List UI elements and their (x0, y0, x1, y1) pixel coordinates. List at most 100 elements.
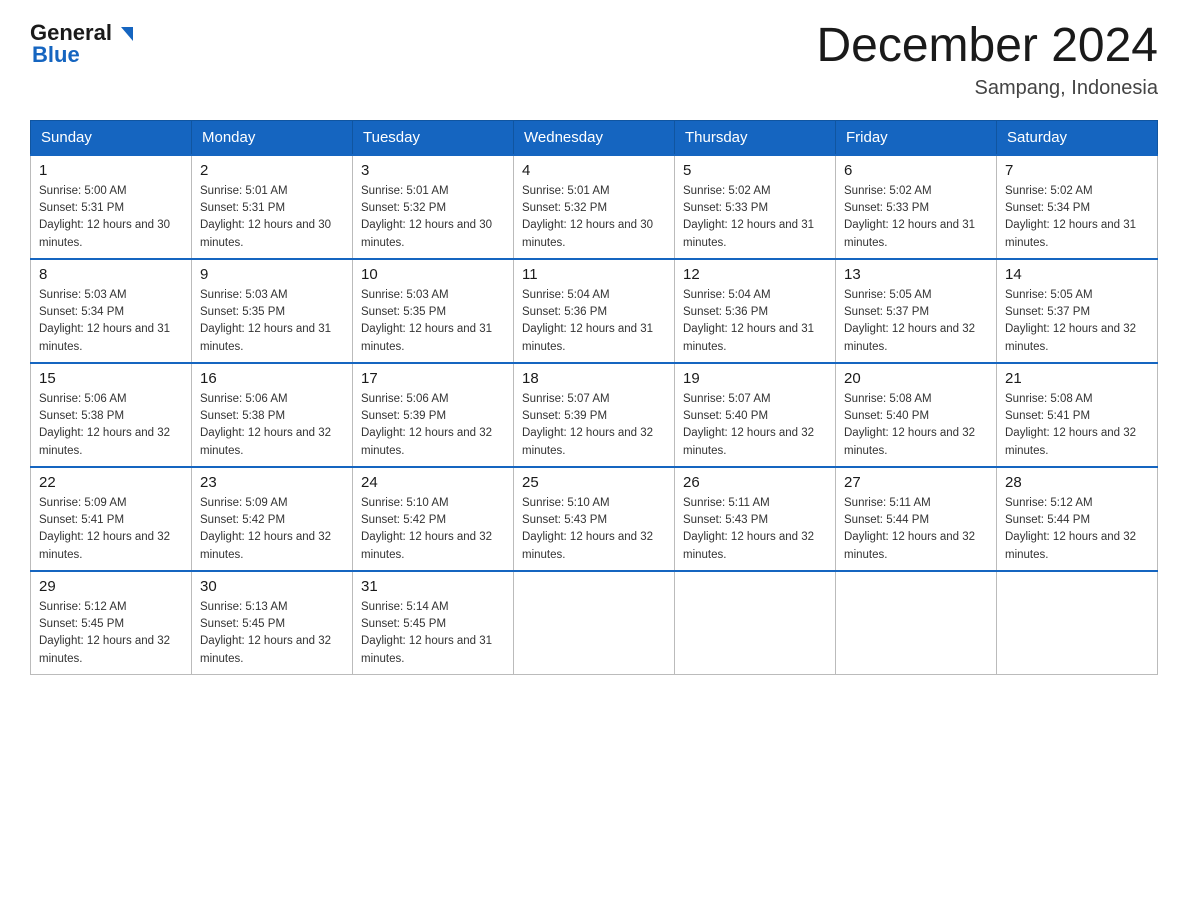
day-info: Sunrise: 5:11 AM Sunset: 5:43 PM Dayligh… (683, 495, 827, 564)
header-tuesday: Tuesday (353, 120, 514, 155)
day-number: 29 (39, 578, 183, 595)
day-8: 8 Sunrise: 5:03 AM Sunset: 5:34 PM Dayli… (31, 259, 192, 363)
day-number: 25 (522, 474, 666, 491)
logo: General Blue (30, 20, 136, 68)
day-number: 1 (39, 162, 183, 179)
day-info: Sunrise: 5:04 AM Sunset: 5:36 PM Dayligh… (522, 287, 666, 356)
day-info: Sunrise: 5:13 AM Sunset: 5:45 PM Dayligh… (200, 599, 344, 668)
day-13: 13 Sunrise: 5:05 AM Sunset: 5:37 PM Dayl… (836, 259, 997, 363)
day-29: 29 Sunrise: 5:12 AM Sunset: 5:45 PM Dayl… (31, 571, 192, 675)
day-16: 16 Sunrise: 5:06 AM Sunset: 5:38 PM Dayl… (192, 363, 353, 467)
day-info: Sunrise: 5:14 AM Sunset: 5:45 PM Dayligh… (361, 599, 505, 668)
day-11: 11 Sunrise: 5:04 AM Sunset: 5:36 PM Dayl… (514, 259, 675, 363)
day-info: Sunrise: 5:06 AM Sunset: 5:39 PM Dayligh… (361, 391, 505, 460)
day-info: Sunrise: 5:01 AM Sunset: 5:31 PM Dayligh… (200, 183, 344, 252)
day-23: 23 Sunrise: 5:09 AM Sunset: 5:42 PM Dayl… (192, 467, 353, 571)
day-6: 6 Sunrise: 5:02 AM Sunset: 5:33 PM Dayli… (836, 155, 997, 259)
day-26: 26 Sunrise: 5:11 AM Sunset: 5:43 PM Dayl… (675, 467, 836, 571)
day-number: 20 (844, 370, 988, 387)
day-info: Sunrise: 5:07 AM Sunset: 5:39 PM Dayligh… (522, 391, 666, 460)
day-28: 28 Sunrise: 5:12 AM Sunset: 5:44 PM Dayl… (997, 467, 1158, 571)
day-30: 30 Sunrise: 5:13 AM Sunset: 5:45 PM Dayl… (192, 571, 353, 675)
day-info: Sunrise: 5:08 AM Sunset: 5:41 PM Dayligh… (1005, 391, 1149, 460)
day-number: 10 (361, 266, 505, 283)
day-14: 14 Sunrise: 5:05 AM Sunset: 5:37 PM Dayl… (997, 259, 1158, 363)
calendar-header-row: SundayMondayTuesdayWednesdayThursdayFrid… (31, 120, 1158, 155)
day-20: 20 Sunrise: 5:08 AM Sunset: 5:40 PM Dayl… (836, 363, 997, 467)
day-number: 18 (522, 370, 666, 387)
day-number: 3 (361, 162, 505, 179)
day-info: Sunrise: 5:01 AM Sunset: 5:32 PM Dayligh… (522, 183, 666, 252)
day-22: 22 Sunrise: 5:09 AM Sunset: 5:41 PM Dayl… (31, 467, 192, 571)
day-info: Sunrise: 5:07 AM Sunset: 5:40 PM Dayligh… (683, 391, 827, 460)
day-number: 12 (683, 266, 827, 283)
header-saturday: Saturday (997, 120, 1158, 155)
header-thursday: Thursday (675, 120, 836, 155)
day-15: 15 Sunrise: 5:06 AM Sunset: 5:38 PM Dayl… (31, 363, 192, 467)
day-7: 7 Sunrise: 5:02 AM Sunset: 5:34 PM Dayli… (997, 155, 1158, 259)
day-10: 10 Sunrise: 5:03 AM Sunset: 5:35 PM Dayl… (353, 259, 514, 363)
day-number: 9 (200, 266, 344, 283)
day-info: Sunrise: 5:09 AM Sunset: 5:41 PM Dayligh… (39, 495, 183, 564)
day-number: 14 (1005, 266, 1149, 283)
page-header: General Blue December 2024 Sampang, Indo… (30, 20, 1158, 100)
day-info: Sunrise: 5:04 AM Sunset: 5:36 PM Dayligh… (683, 287, 827, 356)
day-18: 18 Sunrise: 5:07 AM Sunset: 5:39 PM Dayl… (514, 363, 675, 467)
day-number: 7 (1005, 162, 1149, 179)
day-info: Sunrise: 5:12 AM Sunset: 5:44 PM Dayligh… (1005, 495, 1149, 564)
day-info: Sunrise: 5:06 AM Sunset: 5:38 PM Dayligh… (200, 391, 344, 460)
day-number: 5 (683, 162, 827, 179)
day-info: Sunrise: 5:00 AM Sunset: 5:31 PM Dayligh… (39, 183, 183, 252)
day-number: 22 (39, 474, 183, 491)
week-row-1: 1 Sunrise: 5:00 AM Sunset: 5:31 PM Dayli… (31, 155, 1158, 259)
day-info: Sunrise: 5:02 AM Sunset: 5:33 PM Dayligh… (844, 183, 988, 252)
day-info: Sunrise: 5:12 AM Sunset: 5:45 PM Dayligh… (39, 599, 183, 668)
day-info: Sunrise: 5:01 AM Sunset: 5:32 PM Dayligh… (361, 183, 505, 252)
day-number: 2 (200, 162, 344, 179)
day-number: 23 (200, 474, 344, 491)
day-info: Sunrise: 5:09 AM Sunset: 5:42 PM Dayligh… (200, 495, 344, 564)
day-number: 6 (844, 162, 988, 179)
day-info: Sunrise: 5:05 AM Sunset: 5:37 PM Dayligh… (844, 287, 988, 356)
day-31: 31 Sunrise: 5:14 AM Sunset: 5:45 PM Dayl… (353, 571, 514, 675)
header-monday: Monday (192, 120, 353, 155)
header-sunday: Sunday (31, 120, 192, 155)
day-info: Sunrise: 5:10 AM Sunset: 5:42 PM Dayligh… (361, 495, 505, 564)
day-25: 25 Sunrise: 5:10 AM Sunset: 5:43 PM Dayl… (514, 467, 675, 571)
week-row-4: 22 Sunrise: 5:09 AM Sunset: 5:41 PM Dayl… (31, 467, 1158, 571)
day-number: 24 (361, 474, 505, 491)
day-4: 4 Sunrise: 5:01 AM Sunset: 5:32 PM Dayli… (514, 155, 675, 259)
day-number: 8 (39, 266, 183, 283)
day-number: 4 (522, 162, 666, 179)
day-17: 17 Sunrise: 5:06 AM Sunset: 5:39 PM Dayl… (353, 363, 514, 467)
day-24: 24 Sunrise: 5:10 AM Sunset: 5:42 PM Dayl… (353, 467, 514, 571)
day-number: 17 (361, 370, 505, 387)
day-3: 3 Sunrise: 5:01 AM Sunset: 5:32 PM Dayli… (353, 155, 514, 259)
day-info: Sunrise: 5:02 AM Sunset: 5:33 PM Dayligh… (683, 183, 827, 252)
location: Sampang, Indonesia (816, 77, 1158, 100)
day-number: 31 (361, 578, 505, 595)
day-21: 21 Sunrise: 5:08 AM Sunset: 5:41 PM Dayl… (997, 363, 1158, 467)
day-info: Sunrise: 5:10 AM Sunset: 5:43 PM Dayligh… (522, 495, 666, 564)
week-row-3: 15 Sunrise: 5:06 AM Sunset: 5:38 PM Dayl… (31, 363, 1158, 467)
day-number: 27 (844, 474, 988, 491)
day-info: Sunrise: 5:05 AM Sunset: 5:37 PM Dayligh… (1005, 287, 1149, 356)
day-info: Sunrise: 5:03 AM Sunset: 5:34 PM Dayligh… (39, 287, 183, 356)
day-2: 2 Sunrise: 5:01 AM Sunset: 5:31 PM Dayli… (192, 155, 353, 259)
header-friday: Friday (836, 120, 997, 155)
day-5: 5 Sunrise: 5:02 AM Sunset: 5:33 PM Dayli… (675, 155, 836, 259)
day-number: 19 (683, 370, 827, 387)
day-number: 13 (844, 266, 988, 283)
empty-cell-w4-d6 (997, 571, 1158, 675)
title-section: December 2024 Sampang, Indonesia (816, 20, 1158, 100)
month-title: December 2024 (816, 20, 1158, 73)
week-row-2: 8 Sunrise: 5:03 AM Sunset: 5:34 PM Dayli… (31, 259, 1158, 363)
day-27: 27 Sunrise: 5:11 AM Sunset: 5:44 PM Dayl… (836, 467, 997, 571)
day-number: 26 (683, 474, 827, 491)
day-info: Sunrise: 5:03 AM Sunset: 5:35 PM Dayligh… (361, 287, 505, 356)
day-info: Sunrise: 5:06 AM Sunset: 5:38 PM Dayligh… (39, 391, 183, 460)
day-number: 30 (200, 578, 344, 595)
day-9: 9 Sunrise: 5:03 AM Sunset: 5:35 PM Dayli… (192, 259, 353, 363)
day-number: 16 (200, 370, 344, 387)
logo-triangle-icon (113, 23, 135, 45)
